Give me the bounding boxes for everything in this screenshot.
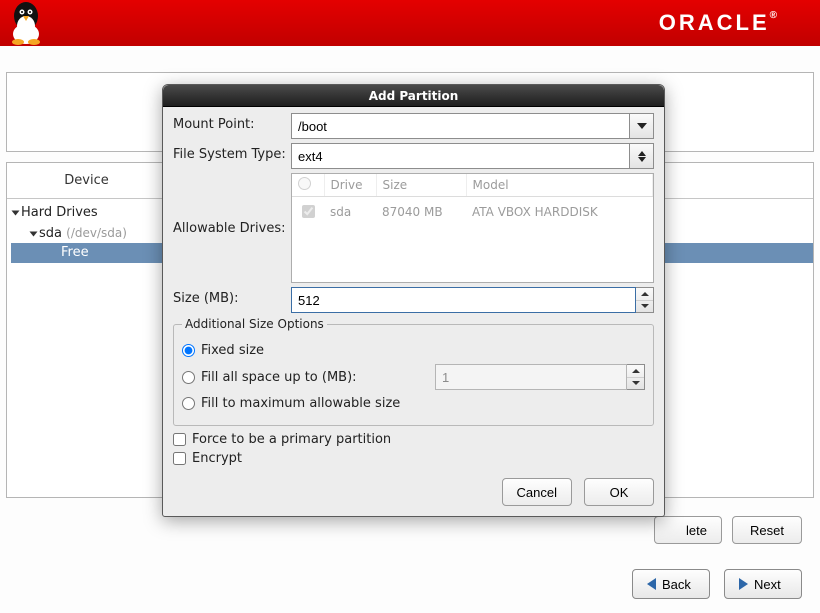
allowable-drives-table: Drive Size Model sda 87040 MB ATA VBOX H… bbox=[291, 173, 654, 283]
updown-icon bbox=[638, 151, 646, 162]
size-input[interactable] bbox=[291, 287, 636, 313]
arrow-right-icon bbox=[739, 578, 748, 590]
oracle-logo: ORACLE® bbox=[659, 10, 780, 36]
add-partition-dialog: Add Partition Mount Point: File System T… bbox=[162, 84, 665, 517]
size-spin-up-button[interactable] bbox=[636, 288, 653, 300]
radio-fill-max[interactable] bbox=[182, 397, 195, 410]
delete-button[interactable]: Delete bbox=[654, 516, 722, 544]
additional-size-legend: Additional Size Options bbox=[182, 317, 327, 331]
arrow-left-icon bbox=[647, 578, 656, 590]
disclosure-triangle-icon[interactable] bbox=[30, 231, 38, 236]
drives-col-size[interactable]: Size bbox=[376, 174, 466, 197]
next-button[interactable]: Next bbox=[724, 569, 802, 599]
partition-actions: Delete Reset bbox=[654, 516, 802, 544]
fill-up-to-spin-down-button bbox=[627, 377, 644, 390]
fstype-label: File System Type: bbox=[173, 143, 291, 162]
drive-model: ATA VBOX HARDDISK bbox=[466, 197, 653, 227]
drive-name: sda bbox=[324, 197, 376, 227]
additional-size-options: Additional Size Options Fixed size Fill … bbox=[173, 317, 654, 426]
drives-col-model[interactable]: Model bbox=[466, 174, 653, 197]
disclosure-triangle-icon[interactable] bbox=[12, 210, 20, 215]
size-label: Size (MB): bbox=[173, 287, 291, 306]
encrypt-label[interactable]: Encrypt bbox=[192, 451, 242, 466]
chevron-down-icon bbox=[637, 123, 647, 129]
mount-point-dropdown-button[interactable] bbox=[630, 113, 654, 139]
fill-up-to-input bbox=[435, 364, 627, 390]
mount-point-input[interactable] bbox=[291, 113, 630, 139]
mount-point-label: Mount Point: bbox=[173, 113, 291, 132]
dialog-title: Add Partition bbox=[163, 85, 664, 107]
fstype-dropdown-button[interactable] bbox=[630, 143, 654, 169]
wizard-nav: Back Next bbox=[632, 569, 802, 599]
fill-up-to-spin-up-button bbox=[627, 365, 644, 377]
radio-fixed-size-label[interactable]: Fixed size bbox=[201, 343, 264, 358]
allowable-drives-label: Allowable Drives: bbox=[173, 221, 291, 236]
drives-col-drive[interactable]: Drive bbox=[324, 174, 376, 197]
caret-up-icon bbox=[641, 292, 649, 296]
reset-button[interactable]: Reset bbox=[732, 516, 802, 544]
cancel-button[interactable]: Cancel bbox=[502, 478, 572, 506]
radio-fill-max-label[interactable]: Fill to maximum allowable size bbox=[201, 396, 400, 411]
force-primary-label[interactable]: Force to be a primary partition bbox=[192, 432, 391, 447]
encrypt-checkbox[interactable] bbox=[173, 452, 186, 465]
back-button[interactable]: Back bbox=[632, 569, 710, 599]
table-row[interactable]: sda 87040 MB ATA VBOX HARDDISK bbox=[292, 197, 653, 227]
top-banner: ORACLE® bbox=[0, 0, 820, 46]
size-spin-down-button[interactable] bbox=[636, 300, 653, 313]
caret-down-icon bbox=[641, 304, 649, 308]
fstype-input[interactable] bbox=[291, 143, 630, 169]
caret-up-icon bbox=[632, 369, 640, 373]
tux-mascot-icon bbox=[6, 0, 46, 46]
column-header-device[interactable]: Device bbox=[7, 173, 167, 188]
radio-fill-up-to[interactable] bbox=[182, 371, 195, 384]
radio-fill-up-to-label[interactable]: Fill all space up to (MB): bbox=[201, 370, 357, 385]
drive-size: 87040 MB bbox=[376, 197, 466, 227]
ok-button[interactable]: OK bbox=[584, 478, 654, 506]
drives-col-check[interactable] bbox=[292, 174, 324, 197]
drive-checkbox[interactable] bbox=[302, 205, 315, 218]
radio-fixed-size[interactable] bbox=[182, 344, 195, 357]
caret-down-icon bbox=[632, 381, 640, 385]
force-primary-checkbox[interactable] bbox=[173, 433, 186, 446]
